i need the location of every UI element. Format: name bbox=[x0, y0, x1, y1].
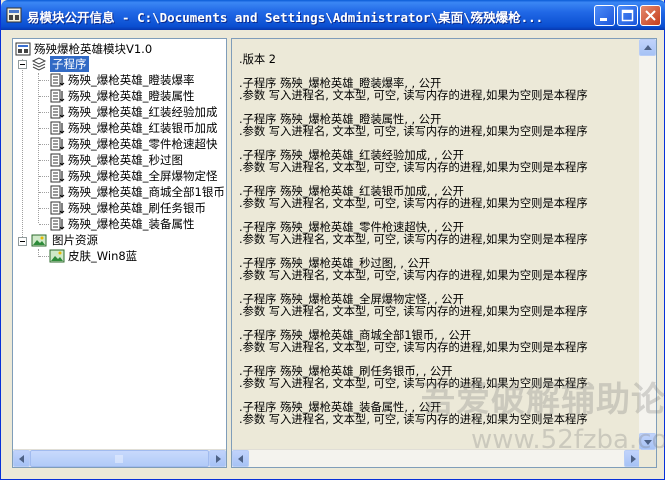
version-line: .版本 2 bbox=[239, 53, 276, 66]
tree-guide-line bbox=[22, 59, 23, 245]
tree-branch bbox=[39, 256, 49, 257]
tree-branch bbox=[39, 208, 49, 209]
tree-item-subprogram[interactable]: 殇殃_爆枪英雄_瞪装爆率 bbox=[49, 72, 195, 88]
subprogram-icon bbox=[50, 153, 65, 167]
title-bar[interactable]: 易模块公开信息 - C:\Documents and Settings\Admi… bbox=[1, 0, 665, 30]
collapse-toggle[interactable] bbox=[18, 60, 27, 69]
close-button[interactable] bbox=[640, 5, 661, 26]
module-tree[interactable]: 殇殃爆枪英雄模块V1.0 子程序 殇殃_爆枪英雄_瞪装爆率 殇殃_爆枪英雄_瞪装… bbox=[13, 39, 226, 450]
grip-icon bbox=[115, 455, 123, 463]
tree-root-label: 殇殃爆枪英雄模块V1.0 bbox=[34, 42, 153, 56]
scroll-thumb[interactable] bbox=[30, 450, 209, 467]
param-line: .参数 写入进程名, 文本型, 可空, 读写内存的进程,如果为空则是本程序 bbox=[239, 89, 588, 102]
module-tree-panel: 殇殃爆枪英雄模块V1.0 子程序 殇殃_爆枪英雄_瞪装爆率 殇殃_爆枪英雄_瞪装… bbox=[12, 38, 227, 468]
param-line: .参数 写入进程名, 文本型, 可空, 读写内存的进程,如果为空则是本程序 bbox=[239, 161, 588, 174]
tree-branch bbox=[39, 80, 49, 81]
tree-item-label: 皮肤_Win8蓝 bbox=[68, 249, 138, 263]
module-icon bbox=[6, 7, 22, 23]
maximize-icon bbox=[621, 9, 634, 22]
tree-item-label: 殇殃_爆枪英雄_红装银币加成 bbox=[68, 121, 218, 135]
minimize-icon bbox=[600, 18, 607, 21]
subprogram-icon bbox=[50, 73, 65, 87]
tree-item-label: 殇殃_爆枪英雄_秒过图 bbox=[68, 153, 183, 167]
tree-item-subprogram[interactable]: 殇殃_爆枪英雄_红装银币加成 bbox=[49, 120, 218, 136]
image-resource-icon bbox=[31, 234, 47, 247]
tree-item-subprogram[interactable]: 殇殃_爆枪英雄_瞪装属性 bbox=[49, 88, 195, 104]
chevron-right-icon bbox=[216, 455, 221, 463]
scroll-left-button[interactable] bbox=[232, 450, 249, 467]
tree-node-subprograms[interactable]: 子程序 bbox=[31, 56, 89, 72]
tree-item-label: 殇殃_爆枪英雄_瞪装属性 bbox=[68, 89, 195, 103]
tree-item-label: 殇殃_爆枪英雄_全屏爆物定怪 bbox=[68, 169, 218, 183]
param-line: .参数 写入进程名, 文本型, 可空, 读写内存的进程,如果为空则是本程序 bbox=[239, 341, 588, 354]
subprogram-icon bbox=[50, 121, 65, 135]
tree-node-label: 图片资源 bbox=[52, 233, 98, 247]
module-icon bbox=[15, 42, 31, 56]
tree-branch bbox=[39, 128, 49, 129]
tree-item-subprogram[interactable]: 殇殃_爆枪英雄_红装经验加成 bbox=[49, 104, 218, 120]
tree-branch bbox=[39, 144, 49, 145]
tree-item-label: 殇殃_爆枪英雄_商城全部1银币 bbox=[68, 185, 225, 199]
subprogram-icon bbox=[50, 169, 65, 183]
scroll-right-button[interactable] bbox=[209, 450, 226, 467]
scroll-left-button[interactable] bbox=[13, 450, 30, 467]
param-line: .参数 写入进程名, 文本型, 可空, 读写内存的进程,如果为空则是本程序 bbox=[239, 125, 588, 138]
tree-root[interactable]: 殇殃爆枪英雄模块V1.0 bbox=[15, 41, 152, 57]
subprogram-icon bbox=[50, 137, 65, 151]
tree-item-subprogram[interactable]: 殇殃_爆枪英雄_商城全部1银币 bbox=[49, 184, 225, 200]
subprogram-folder-icon bbox=[31, 57, 47, 71]
tree-item-label: 殇殃_爆枪英雄_装备属性 bbox=[68, 217, 195, 231]
tree-branch bbox=[39, 192, 49, 193]
tree-branch bbox=[39, 176, 49, 177]
tree-branch bbox=[39, 224, 49, 225]
tree-item-subprogram[interactable]: 殇殃_爆枪英雄_刷任务银币 bbox=[49, 200, 206, 216]
close-icon bbox=[645, 10, 656, 21]
chevron-up-icon bbox=[644, 45, 652, 50]
tree-branch bbox=[39, 96, 49, 97]
watermark-text: 吾爱破解辅助论坛 bbox=[421, 380, 665, 420]
main-window: 易模块公开信息 - C:\Documents and Settings\Admi… bbox=[0, 0, 665, 480]
tree-item-subprogram[interactable]: 殇殃_爆枪英雄_秒过图 bbox=[49, 152, 183, 168]
subprogram-icon bbox=[50, 105, 65, 119]
subprogram-icon bbox=[50, 89, 65, 103]
subprogram-icon bbox=[50, 201, 65, 215]
tree-node-images[interactable]: 图片资源 bbox=[31, 232, 100, 248]
tree-item-subprogram[interactable]: 殇殃_爆枪英雄_装备属性 bbox=[49, 216, 195, 232]
tree-horizontal-scrollbar[interactable] bbox=[13, 449, 226, 467]
chevron-right-icon bbox=[631, 455, 636, 463]
tree-item-image[interactable]: 皮肤_Win8蓝 bbox=[49, 248, 137, 264]
param-line: .参数 写入进程名, 文本型, 可空, 读写内存的进程,如果为空则是本程序 bbox=[239, 197, 588, 210]
param-line: .参数 写入进程名, 文本型, 可空, 读写内存的进程,如果为空则是本程序 bbox=[239, 305, 588, 318]
tree-item-subprogram[interactable]: 殇殃_爆枪英雄_全屏爆物定怪 bbox=[49, 168, 218, 184]
collapse-toggle[interactable] bbox=[18, 237, 27, 246]
tree-branch bbox=[39, 160, 49, 161]
tree-item-label: 殇殃_爆枪英雄_瞪装爆率 bbox=[68, 73, 195, 87]
maximize-button[interactable] bbox=[617, 5, 638, 26]
window-title: 易模块公开信息 - C:\Documents and Settings\Admi… bbox=[27, 10, 544, 25]
param-line: .参数 写入进程名, 文本型, 可空, 读写内存的进程,如果为空则是本程序 bbox=[239, 269, 588, 282]
tree-item-subprogram[interactable]: 殇殃_爆枪英雄_零件枪速超快 bbox=[49, 136, 218, 152]
scroll-up-button[interactable] bbox=[639, 39, 656, 56]
param-line: .参数 写入进程名, 文本型, 可空, 读写内存的进程,如果为空则是本程序 bbox=[239, 233, 588, 246]
tree-item-label: 殇殃_爆枪英雄_刷任务银币 bbox=[68, 201, 206, 215]
watermark-url: www.52fzba.com bbox=[471, 425, 665, 455]
chevron-left-icon bbox=[19, 455, 24, 463]
tree-node-label: 子程序 bbox=[50, 56, 89, 72]
tree-item-label: 殇殃_爆枪英雄_红装经验加成 bbox=[68, 105, 218, 119]
chevron-left-icon bbox=[238, 455, 243, 463]
subprogram-icon bbox=[50, 185, 65, 199]
tree-branch bbox=[39, 112, 49, 113]
tree-item-label: 殇殃_爆枪英雄_零件枪速超快 bbox=[68, 137, 218, 151]
image-icon bbox=[49, 249, 65, 263]
subprogram-icon bbox=[50, 217, 65, 231]
minimize-button[interactable] bbox=[594, 5, 615, 26]
